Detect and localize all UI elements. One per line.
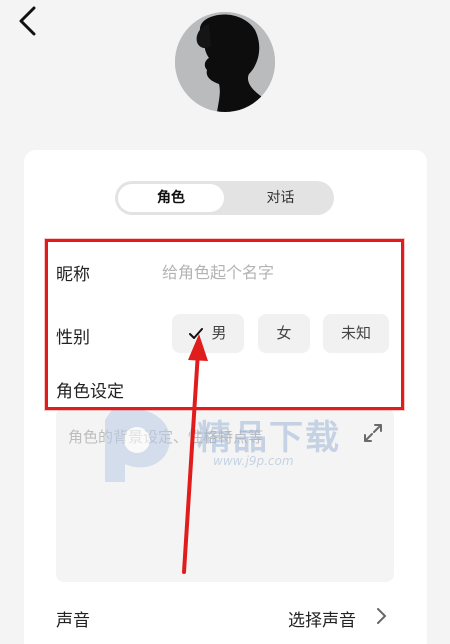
role-setting-box (56, 408, 394, 582)
voice-label: 声音 (56, 611, 90, 631)
gender-option-male[interactable]: 男 (172, 314, 244, 353)
gender-option-label: 女 (276, 324, 292, 342)
avatar[interactable] (175, 12, 275, 112)
gender-label: 性别 (56, 328, 90, 348)
chevron-left-icon (19, 6, 36, 36)
silhouette-avatar-icon (175, 12, 275, 112)
expand-icon[interactable] (362, 422, 384, 444)
gender-option-unknown[interactable]: 未知 (323, 314, 389, 353)
tab-dialogue[interactable]: 对话 (227, 181, 334, 215)
tab-switcher: 角色 对话 (115, 181, 334, 215)
nickname-label: 昵称 (56, 265, 90, 285)
tab-role[interactable]: 角色 (118, 184, 224, 212)
voice-value: 选择声音 (288, 611, 356, 631)
voice-row[interactable]: 声音 选择声音 (56, 596, 396, 636)
chevron-right-icon (377, 608, 386, 624)
role-setting-label: 角色设定 (56, 382, 124, 402)
gender-option-female[interactable]: 女 (258, 314, 310, 353)
check-icon (189, 327, 204, 339)
back-button[interactable] (12, 4, 44, 36)
role-setting-input[interactable] (66, 424, 360, 568)
gender-option-label: 未知 (340, 324, 371, 342)
gender-option-label: 男 (211, 324, 227, 342)
nickname-input[interactable] (160, 257, 394, 287)
